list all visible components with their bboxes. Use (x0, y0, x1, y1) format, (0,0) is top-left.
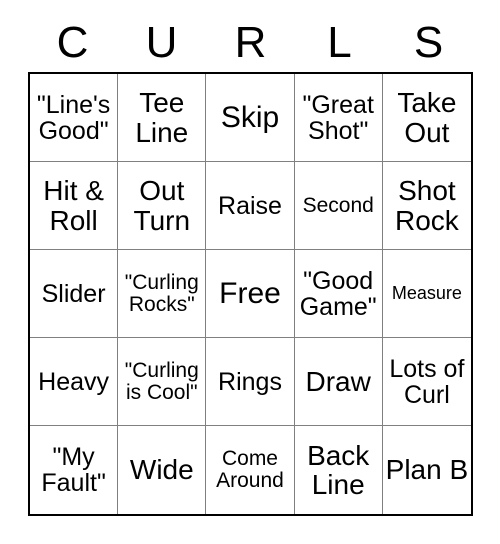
bingo-cell-free[interactable]: Free (206, 250, 295, 338)
bingo-cell-label: "Good Game" (299, 266, 377, 321)
header-letter-2: U (145, 18, 178, 67)
bingo-cell[interactable]: Hit & Roll (30, 162, 119, 250)
bingo-cell-label: Free (219, 276, 281, 310)
bingo-cell-label: Second (302, 193, 374, 217)
bingo-cell[interactable]: "Line's Good" (30, 74, 119, 162)
bingo-cell[interactable]: Back Line (294, 426, 383, 514)
bingo-cell[interactable]: Skip (206, 74, 295, 162)
bingo-cell-label: Take Out (397, 87, 457, 148)
bingo-cell-label: Rings (218, 367, 282, 396)
bingo-cell[interactable]: Heavy (30, 338, 119, 426)
bingo-cell[interactable]: Come Around (206, 426, 295, 514)
bingo-cell[interactable]: Slider (30, 250, 119, 338)
header-letter-4: L (327, 18, 352, 67)
bingo-cell-label: Lots of Curl (389, 354, 465, 409)
bingo-cell-label: "Great Shot" (302, 90, 374, 145)
bingo-cell-label: "My Fault" (41, 443, 106, 497)
bingo-cell-label: Measure (391, 283, 462, 304)
bingo-cell[interactable]: "Great Shot" (294, 74, 383, 162)
bingo-cell-label: Slider (41, 279, 106, 308)
bingo-cell-label: Come Around (216, 447, 284, 492)
bingo-cell-label: Raise (218, 191, 282, 220)
bingo-cell-label: Tee Line (135, 87, 189, 148)
bingo-cell[interactable]: Wide (118, 426, 207, 514)
bingo-cell[interactable]: Take Out (382, 74, 471, 162)
bingo-cell[interactable]: Draw (294, 338, 383, 426)
bingo-cell[interactable]: Shot Rock (382, 162, 471, 250)
bingo-cell[interactable]: Tee Line (118, 74, 207, 162)
bingo-cell[interactable]: Out Turn (118, 162, 207, 250)
bingo-cell-label: "Curling is Cool" (124, 358, 199, 404)
bingo-cell-label: Hit & Roll (43, 175, 104, 236)
bingo-cell-label: Skip (220, 100, 280, 134)
header-letter-5: S (413, 18, 444, 67)
header-letter-1: C (56, 18, 89, 67)
bingo-cell-label: Out Turn (133, 175, 191, 236)
bingo-cell[interactable]: Plan B (382, 426, 471, 514)
bingo-cell[interactable]: Lots of Curl (382, 338, 471, 426)
bingo-cell-label: Draw (305, 365, 371, 397)
bingo-card: C U R L S "Line's Good" Tee Line Skip "G… (0, 0, 500, 544)
bingo-cell[interactable]: Rings (206, 338, 295, 426)
bingo-cell[interactable]: "Curling is Cool" (118, 338, 207, 426)
bingo-cell-label: Wide (129, 454, 194, 486)
bingo-cell[interactable]: Raise (206, 162, 295, 250)
bingo-cell-label: Plan B (385, 454, 469, 486)
bingo-cell-label: "Line's Good" (36, 90, 111, 145)
bingo-cell-label: Shot Rock (394, 175, 459, 236)
bingo-cell[interactable]: "My Fault" (30, 426, 119, 514)
header-letter-3: R (234, 18, 267, 67)
bingo-grid: "Line's Good" Tee Line Skip "Great Shot"… (28, 72, 473, 516)
bingo-cell[interactable]: Second (294, 162, 383, 250)
bingo-cell[interactable]: Measure (382, 250, 471, 338)
bingo-cell-label: Heavy (38, 367, 110, 396)
bingo-cell-label: "Curling Rocks" (124, 270, 199, 316)
bingo-header-row: C U R L S (28, 14, 473, 72)
bingo-cell[interactable]: "Good Game" (294, 250, 383, 338)
bingo-cell[interactable]: "Curling Rocks" (118, 250, 207, 338)
bingo-cell-label: Back Line (307, 439, 370, 500)
